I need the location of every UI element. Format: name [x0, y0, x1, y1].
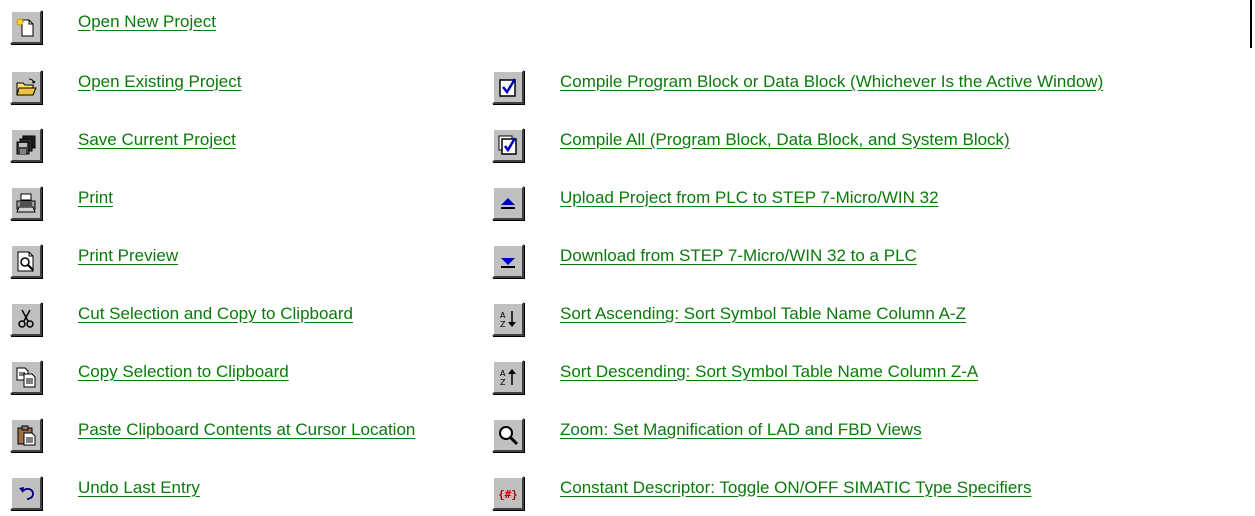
- compile-icon: [499, 78, 517, 97]
- compile-all-icon: [498, 135, 517, 155]
- sort-descending-icon: A Z: [500, 369, 516, 387]
- compile-all-link[interactable]: Compile All (Program Block, Data Block, …: [560, 130, 1010, 150]
- zoom-link[interactable]: Zoom: Set Magnification of LAD and FBD V…: [560, 420, 922, 440]
- copy-button[interactable]: [10, 360, 42, 394]
- svg-text:Z: Z: [500, 320, 506, 329]
- save-current-project-link[interactable]: Save Current Project: [78, 130, 473, 150]
- save-current-project-button[interactable]: [10, 128, 42, 162]
- sort-descending-button[interactable]: A Z: [492, 360, 524, 394]
- svg-text:A: A: [500, 311, 506, 320]
- open-folder-icon: [16, 78, 37, 96]
- constant-descriptor-icon: {#}: [498, 488, 518, 501]
- constant-descriptor-link[interactable]: Constant Descriptor: Toggle ON/OFF SIMAT…: [560, 478, 1031, 498]
- upload-project-link[interactable]: Upload Project from PLC to STEP 7-Micro/…: [560, 188, 939, 208]
- print-link[interactable]: Print: [78, 188, 473, 208]
- sort-ascending-icon: A Z: [500, 311, 516, 329]
- paste-icon: [17, 425, 36, 446]
- open-existing-project-link[interactable]: Open Existing Project: [78, 72, 473, 92]
- copy-icon: [16, 367, 36, 388]
- upload-icon: [501, 198, 515, 209]
- scissors-icon: [18, 309, 34, 328]
- compile-all-button[interactable]: [492, 128, 524, 162]
- new-project-icon: [15, 17, 34, 37]
- page-edge-line: [1250, 0, 1252, 48]
- download-icon: [501, 258, 515, 268]
- svg-text:Z: Z: [500, 378, 506, 387]
- constant-descriptor-button[interactable]: {#}: [492, 476, 524, 510]
- undo-icon: [19, 487, 34, 500]
- cut-button[interactable]: [10, 302, 42, 336]
- print-preview-link[interactable]: Print Preview: [78, 246, 473, 266]
- paste-clipboard-link[interactable]: Paste Clipboard Contents at Cursor Locat…: [78, 420, 473, 440]
- upload-button[interactable]: [492, 186, 524, 220]
- undo-button[interactable]: [10, 476, 42, 510]
- open-existing-project-button[interactable]: [10, 70, 42, 104]
- cut-selection-link[interactable]: Cut Selection and Copy to Clipboard: [78, 304, 473, 324]
- open-new-project-link[interactable]: Open New Project: [78, 12, 473, 32]
- zoom-icon: [499, 426, 519, 446]
- sort-ascending-button[interactable]: A Z: [492, 302, 524, 336]
- print-preview-button[interactable]: [10, 244, 42, 278]
- copy-selection-link[interactable]: Copy Selection to Clipboard: [78, 362, 473, 382]
- zoom-button[interactable]: [492, 418, 524, 452]
- printer-icon: [16, 193, 36, 213]
- svg-text:A: A: [500, 369, 506, 378]
- print-button[interactable]: [10, 186, 42, 220]
- sort-ascending-link[interactable]: Sort Ascending: Sort Symbol Table Name C…: [560, 304, 966, 324]
- download-link[interactable]: Download from STEP 7-Micro/WIN 32 to a P…: [560, 246, 917, 266]
- save-icon: [16, 135, 36, 155]
- undo-last-entry-link[interactable]: Undo Last Entry: [78, 478, 473, 498]
- compile-link[interactable]: Compile Program Block or Data Block (Whi…: [560, 72, 1103, 92]
- compile-button[interactable]: [492, 70, 524, 104]
- paste-button[interactable]: [10, 418, 42, 452]
- sort-descending-link[interactable]: Sort Descending: Sort Symbol Table Name …: [560, 362, 978, 382]
- svg-text:{#}: {#}: [498, 488, 518, 501]
- new-project-button[interactable]: [10, 10, 42, 44]
- download-button[interactable]: [492, 244, 524, 278]
- print-preview-icon: [17, 251, 34, 272]
